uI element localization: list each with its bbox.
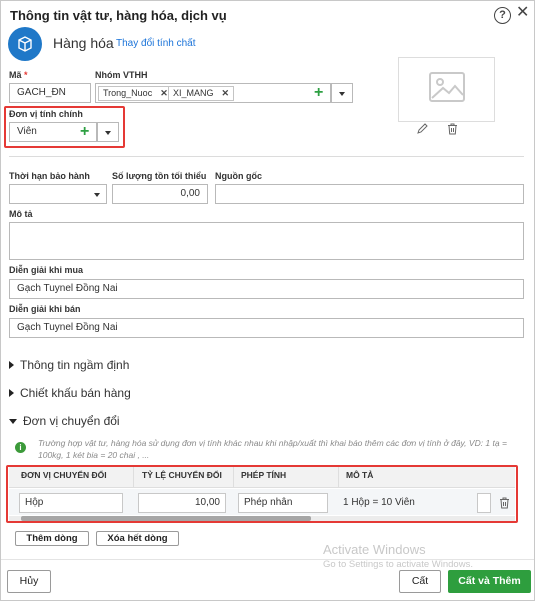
column-separator — [233, 467, 234, 488]
group-label: Nhóm VTHH — [95, 70, 148, 80]
save-and-add-button[interactable]: Cất và Thêm — [448, 570, 531, 593]
conversion-note: Trường hợp vật tư, hàng hóa sử dụng đơn … — [38, 438, 507, 460]
cancel-button[interactable]: Hủy — [7, 570, 51, 593]
purchase-desc-label: Diễn giải khi mua — [9, 265, 84, 275]
unit-dropdown-button[interactable] — [97, 122, 119, 142]
unit-value: Viên — [17, 126, 37, 137]
add-unit-icon[interactable]: + — [80, 124, 89, 140]
divider — [9, 156, 524, 157]
delete-row-icon[interactable] — [499, 497, 510, 512]
origin-input[interactable] — [215, 184, 524, 204]
section-conversion-units[interactable]: Đơn vị chuyển đổi — [9, 414, 120, 428]
unit-label: Đơn vị tính chính — [9, 109, 83, 119]
section-sales-discount[interactable]: Chiết khấu bán hàng — [9, 386, 131, 400]
section-title: Chiết khấu bán hàng — [20, 386, 131, 400]
item-info-dialog: Thông tin vật tư, hàng hóa, dịch vụ ? ✕ … — [0, 0, 535, 601]
section-title: Thông tin ngầm định — [20, 358, 130, 372]
caret-right-icon — [9, 361, 14, 369]
add-row-button[interactable]: Thêm dòng — [15, 531, 89, 546]
item-type-name: Hàng hóa — [53, 35, 114, 51]
conversion-ratio-input[interactable]: 10,00 — [138, 493, 226, 513]
column-separator — [133, 467, 134, 488]
description-label: Mô tả — [9, 209, 33, 219]
delete-all-rows-button[interactable]: Xóa hết dòng — [96, 531, 179, 546]
sale-desc-label: Diễn giải khi bán — [9, 304, 81, 314]
box-icon — [8, 27, 42, 61]
horizontal-scrollbar[interactable] — [9, 516, 515, 521]
info-icon: i — [15, 442, 26, 453]
dialog-title: Thông tin vật tư, hàng hóa, dịch vụ — [10, 8, 227, 23]
add-group-icon[interactable]: + — [314, 85, 323, 101]
image-placeholder-icon — [429, 72, 465, 102]
save-button[interactable]: Cất — [399, 570, 441, 593]
conversion-description: 1 Hộp = 10 Viên — [343, 497, 415, 508]
origin-label: Nguồn gốc — [215, 171, 262, 181]
pencil-icon[interactable] — [417, 123, 428, 137]
unit-input[interactable]: Viên + — [9, 122, 97, 142]
row-extra-cell[interactable] — [477, 493, 491, 513]
group-tag: XI_MANG ✕ — [168, 85, 235, 101]
group-tag: Trong_Nuoc ✕ — [98, 85, 173, 101]
help-icon[interactable]: ? — [494, 7, 511, 24]
purchase-desc-input[interactable]: Gạch Tuynel Đồng Nai — [9, 279, 524, 299]
caret-down-icon — [9, 418, 17, 424]
remove-tag-icon[interactable]: ✕ — [222, 87, 230, 100]
column-separator — [338, 467, 339, 488]
sale-desc-input[interactable]: Gạch Tuynel Đồng Nai — [9, 318, 524, 338]
section-default-info[interactable]: Thông tin ngầm định — [9, 358, 129, 372]
operation-select[interactable]: Phép nhân — [238, 493, 328, 513]
column-header: ĐƠN VỊ CHUYỂN ĐỔI — [21, 470, 107, 480]
conversion-unit-input[interactable]: Hộp — [19, 493, 123, 513]
trash-icon[interactable] — [447, 123, 458, 138]
change-type-link[interactable]: Thay đổi tính chất — [116, 38, 196, 49]
caret-right-icon — [9, 389, 14, 397]
group-dropdown-button[interactable] — [331, 83, 353, 103]
remove-tag-icon[interactable]: ✕ — [160, 87, 168, 100]
footer-divider — [1, 559, 534, 560]
item-image[interactable] — [398, 57, 495, 122]
group-multiselect[interactable]: Trong_Nuoc ✕ XI_MANG ✕ + — [95, 83, 331, 103]
column-header: PHÉP TÍNH — [241, 470, 287, 480]
scrollbar-thumb[interactable] — [21, 516, 311, 521]
activation-watermark-title: Activate Windows — [323, 542, 426, 557]
activation-watermark-text: Go to Settings to activate Windows. — [323, 559, 473, 570]
close-icon[interactable]: ✕ — [516, 5, 529, 21]
min-stock-input[interactable]: 0,00 — [112, 184, 208, 204]
warranty-select[interactable] — [9, 184, 107, 204]
chevron-down-icon — [94, 193, 100, 197]
description-textarea[interactable] — [9, 222, 524, 260]
warranty-label: Thời hạn bảo hành — [9, 171, 90, 181]
column-header: MÔ TẢ — [346, 470, 374, 480]
chevron-down-icon — [339, 92, 345, 96]
column-header: TỶ LỆ CHUYỂN ĐỔI — [142, 470, 222, 480]
code-input[interactable]: GACH_ĐN — [9, 83, 91, 103]
code-label: Mã * — [9, 70, 28, 80]
section-title: Đơn vị chuyển đổi — [23, 414, 120, 428]
min-stock-label: Số lượng tồn tối thiểu — [112, 171, 207, 181]
chevron-down-icon — [105, 131, 111, 135]
